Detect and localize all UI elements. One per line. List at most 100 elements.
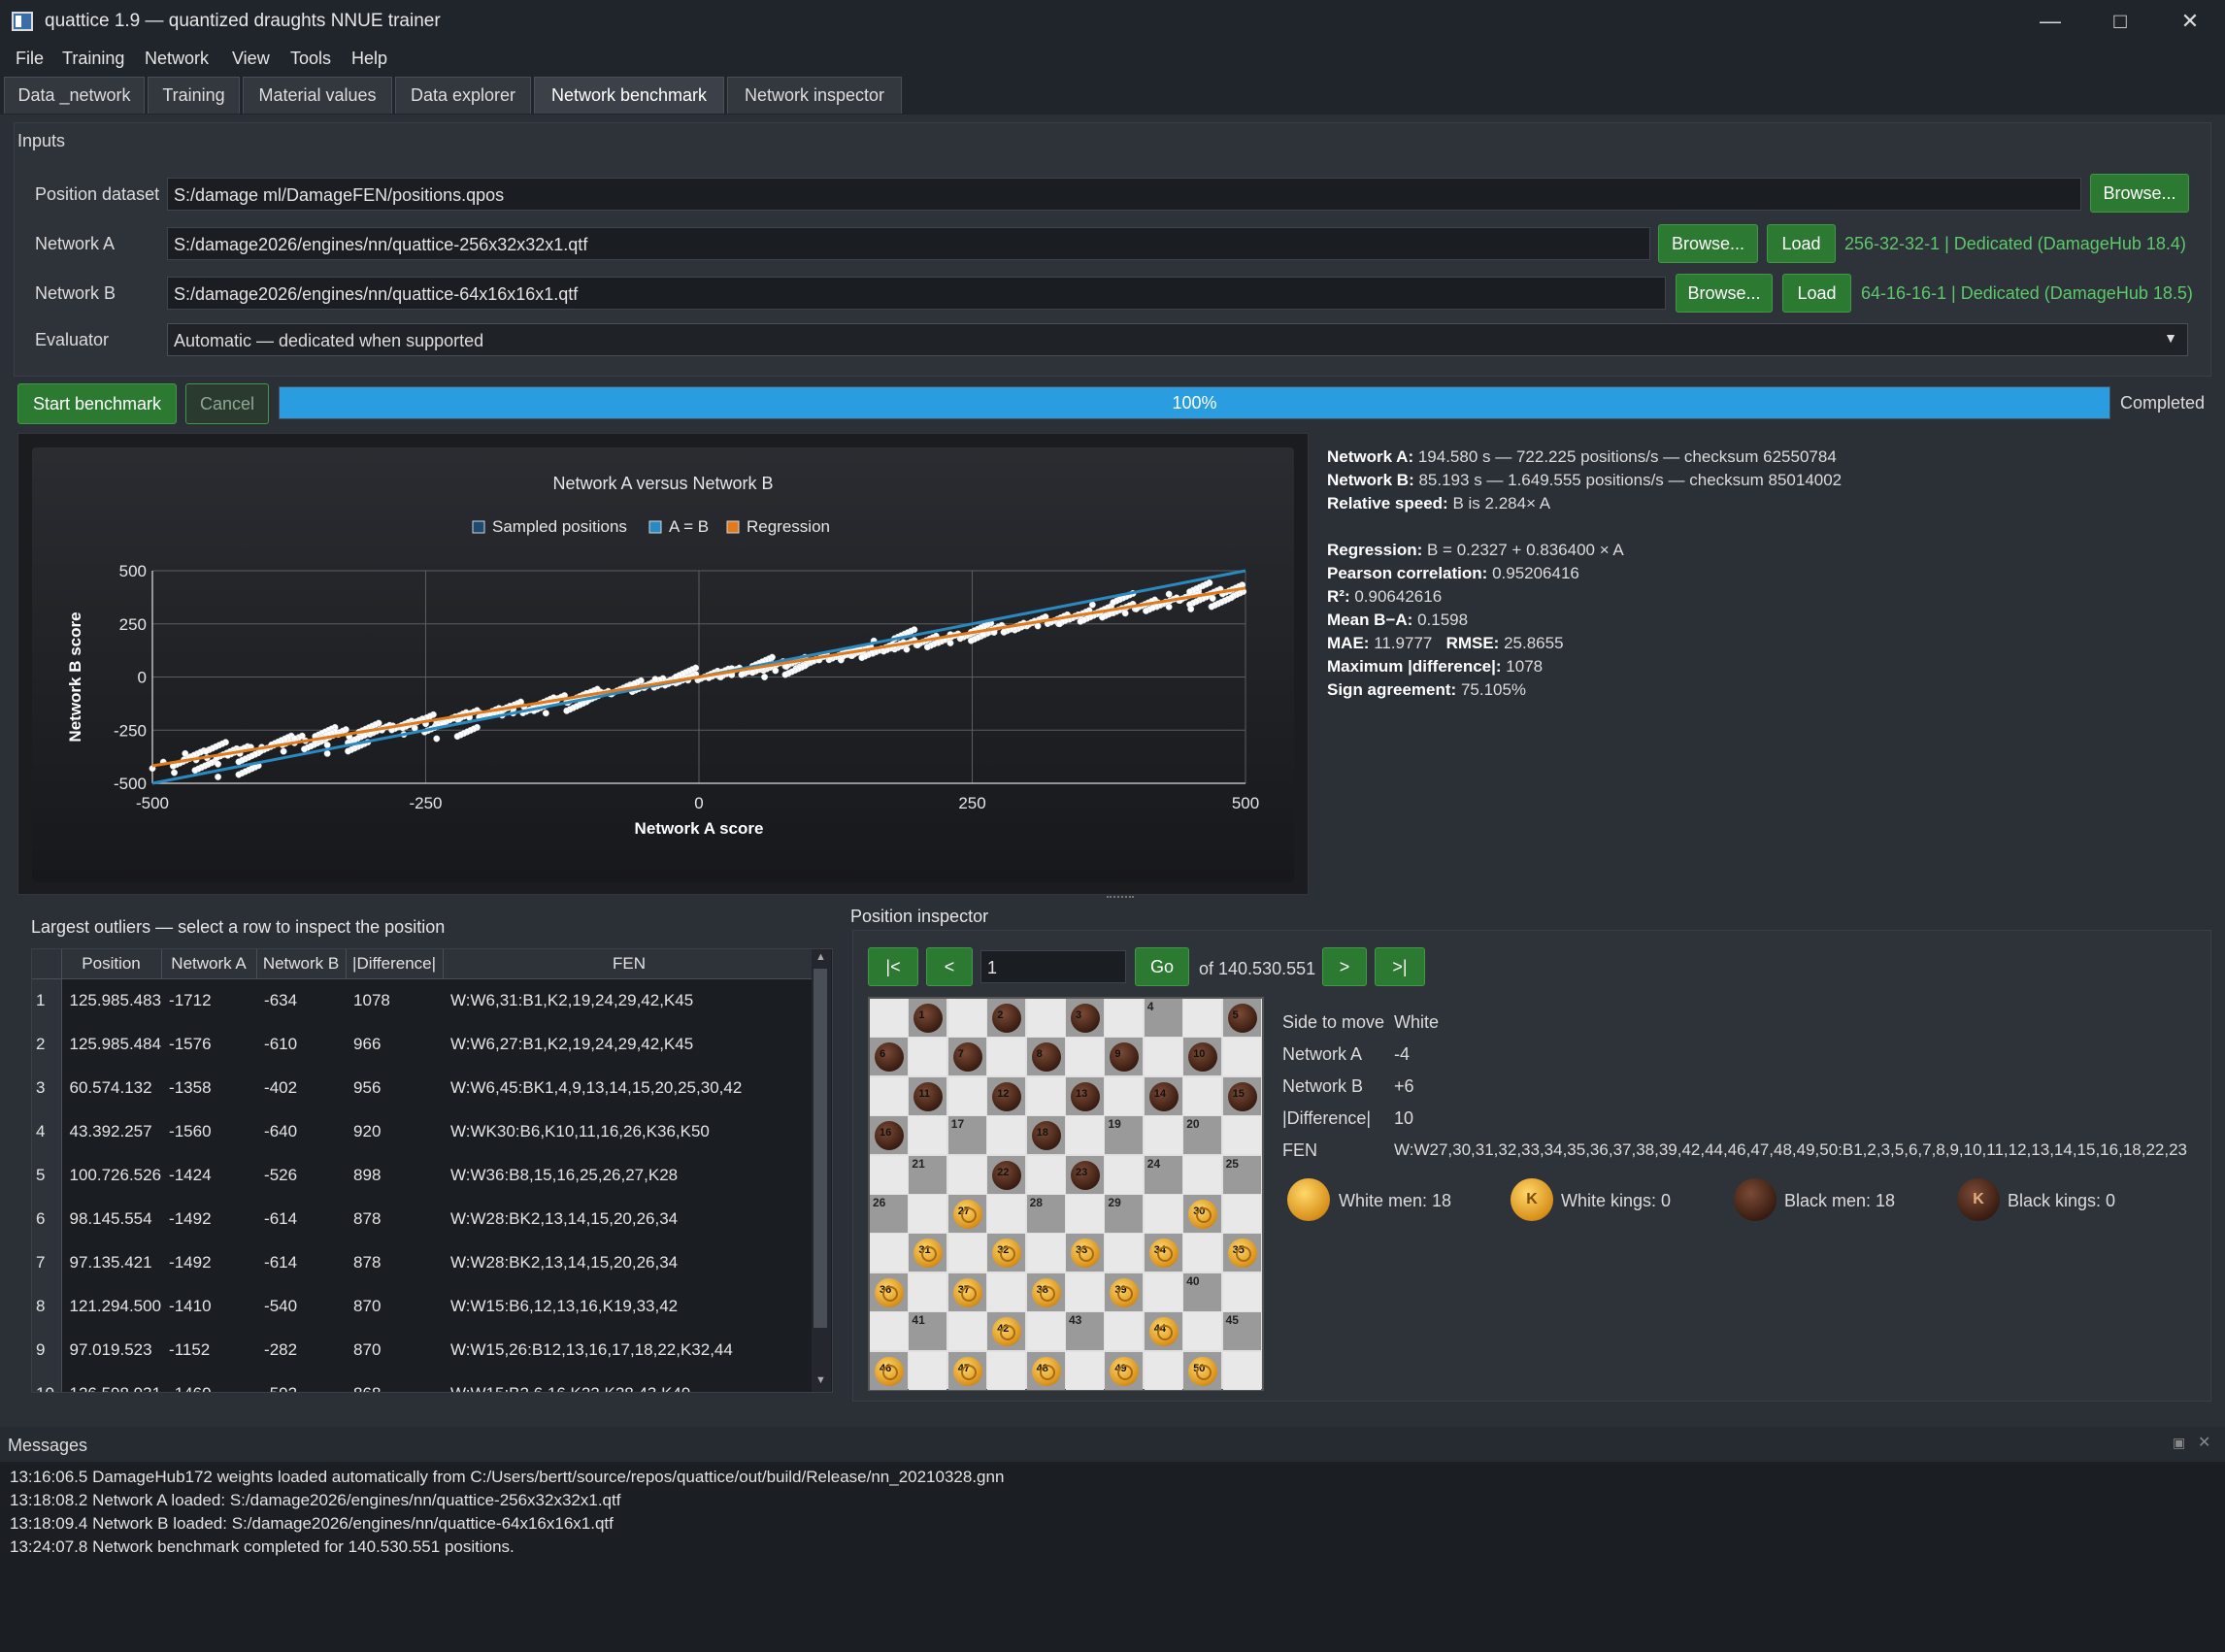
- board-square-4[interactable]: 4: [1144, 999, 1182, 1037]
- menu-view[interactable]: View: [232, 49, 270, 69]
- board-square-33[interactable]: 33: [1066, 1234, 1104, 1272]
- evaluator-select[interactable]: Automatic — dedicated when supported ▼: [167, 323, 2188, 356]
- black-man-piece[interactable]: 1: [913, 1004, 944, 1033]
- table-row[interactable]: 7 97.135.421 -1492 -614 878 W:W28:BK2,13,14,1…: [32, 1240, 815, 1284]
- white-man-piece[interactable]: 44: [1148, 1317, 1179, 1347]
- col-position[interactable]: Position: [61, 949, 162, 979]
- minimize-icon[interactable]: —: [2015, 0, 2085, 43]
- white-man-piece[interactable]: 30: [1188, 1200, 1218, 1229]
- col-network-a[interactable]: Network A: [161, 949, 257, 979]
- white-man-piece[interactable]: 48: [1031, 1356, 1061, 1386]
- network-a-load-button[interactable]: Load: [1767, 224, 1836, 263]
- board-square-9[interactable]: 9: [1105, 1038, 1144, 1076]
- board-square-27[interactable]: 27: [947, 1195, 986, 1233]
- black-man-piece[interactable]: 6: [875, 1042, 904, 1073]
- board-square-21[interactable]: 21: [909, 1155, 947, 1194]
- board-square-26[interactable]: 26: [870, 1195, 908, 1233]
- tab-data-network[interactable]: Data _network: [4, 77, 145, 114]
- table-row[interactable]: 10 126.598.931 -1460 -592 868 W:W15:B2,6,16,K…: [32, 1371, 815, 1392]
- maximize-icon[interactable]: □: [2085, 0, 2155, 43]
- board-square-2[interactable]: 2: [987, 999, 1026, 1037]
- board-square-37[interactable]: 37: [947, 1272, 986, 1311]
- black-man-piece[interactable]: 11: [913, 1081, 944, 1111]
- black-man-piece[interactable]: 3: [1071, 1004, 1100, 1033]
- close-icon[interactable]: ✕: [2155, 0, 2225, 43]
- scrollbar-thumb[interactable]: [814, 969, 827, 1328]
- black-man-piece[interactable]: 16: [875, 1121, 904, 1151]
- black-man-piece[interactable]: 12: [992, 1081, 1022, 1111]
- board-square-50[interactable]: 50: [1183, 1351, 1222, 1390]
- board-square-25[interactable]: 25: [1222, 1155, 1261, 1194]
- board-square-16[interactable]: 16: [870, 1116, 908, 1155]
- board-square-14[interactable]: 14: [1144, 1076, 1182, 1115]
- board-square-5[interactable]: 5: [1222, 999, 1261, 1037]
- board-square-20[interactable]: 20: [1183, 1116, 1222, 1155]
- menu-network[interactable]: Network: [145, 49, 209, 69]
- black-man-piece[interactable]: 9: [1110, 1042, 1140, 1073]
- col-difference[interactable]: |Difference|: [346, 949, 444, 979]
- board-square-7[interactable]: 7: [947, 1038, 986, 1076]
- board-square-10[interactable]: 10: [1183, 1038, 1222, 1076]
- white-man-piece[interactable]: 37: [952, 1277, 982, 1307]
- board-square-19[interactable]: 19: [1105, 1116, 1144, 1155]
- board-square-6[interactable]: 6: [870, 1038, 908, 1076]
- board-square-12[interactable]: 12: [987, 1076, 1026, 1115]
- white-man-piece[interactable]: 49: [1110, 1356, 1140, 1386]
- network-a-path-field[interactable]: S:/damage2026/engines/nn/quattice-256x32…: [167, 227, 1650, 260]
- board-square-45[interactable]: 45: [1222, 1312, 1261, 1351]
- black-man-piece[interactable]: 2: [992, 1004, 1022, 1033]
- position-index-input[interactable]: 1: [980, 950, 1126, 983]
- board-square-34[interactable]: 34: [1144, 1234, 1182, 1272]
- white-man-piece[interactable]: 42: [992, 1317, 1022, 1347]
- board-square-17[interactable]: 17: [947, 1116, 986, 1155]
- table-row[interactable]: 1 125.985.483 -1712 -634 1078 W:W6,31:B1,K2,1…: [32, 978, 815, 1022]
- board-square-43[interactable]: 43: [1066, 1312, 1104, 1351]
- white-man-piece[interactable]: 33: [1071, 1239, 1100, 1269]
- tab-training[interactable]: Training: [148, 77, 240, 114]
- table-scrollbar[interactable]: ▲ ▼: [812, 949, 831, 1392]
- next-position-button[interactable]: >: [1322, 947, 1367, 986]
- white-man-piece[interactable]: 34: [1148, 1239, 1179, 1269]
- black-man-piece[interactable]: 5: [1227, 1004, 1257, 1033]
- board-square-22[interactable]: 22: [987, 1155, 1026, 1194]
- tab-network-benchmark[interactable]: Network benchmark: [534, 77, 724, 114]
- cancel-button[interactable]: Cancel: [185, 383, 269, 424]
- board-square-40[interactable]: 40: [1183, 1272, 1222, 1311]
- board-square-3[interactable]: 3: [1066, 999, 1104, 1037]
- black-man-piece[interactable]: 18: [1031, 1121, 1061, 1151]
- board-square-13[interactable]: 13: [1066, 1076, 1104, 1115]
- table-row[interactable]: 4 43.392.257 -1560 -640 920 W:WK30:B6,K10,11,…: [32, 1109, 815, 1153]
- tab-network-inspector[interactable]: Network inspector: [727, 77, 902, 114]
- menu-tools[interactable]: Tools: [290, 49, 331, 69]
- menu-training[interactable]: Training: [62, 49, 124, 69]
- black-man-piece[interactable]: 8: [1031, 1042, 1061, 1073]
- board-square-47[interactable]: 47: [947, 1351, 986, 1390]
- undock-icon[interactable]: ▣: [2173, 1435, 2185, 1451]
- black-man-piece[interactable]: 14: [1148, 1081, 1179, 1111]
- network-b-path-field[interactable]: S:/damage2026/engines/nn/quattice-64x16x…: [167, 277, 1666, 310]
- board-square-28[interactable]: 28: [1026, 1195, 1065, 1233]
- board-square-30[interactable]: 30: [1183, 1195, 1222, 1233]
- white-man-piece[interactable]: 46: [875, 1356, 904, 1386]
- white-man-piece[interactable]: 38: [1031, 1277, 1061, 1307]
- table-row[interactable]: 8 121.294.500 -1410 -540 870 W:W15:B6,12,13,1…: [32, 1284, 815, 1328]
- board-square-1[interactable]: 1: [909, 999, 947, 1037]
- black-man-piece[interactable]: 15: [1227, 1081, 1257, 1111]
- board-square-24[interactable]: 24: [1144, 1155, 1182, 1194]
- table-row[interactable]: 2 125.985.484 -1576 -610 966 W:W6,27:B1,K2,19…: [32, 1022, 815, 1066]
- board-square-48[interactable]: 48: [1026, 1351, 1065, 1390]
- board-square-38[interactable]: 38: [1026, 1272, 1065, 1311]
- board-square-44[interactable]: 44: [1144, 1312, 1182, 1351]
- menu-help[interactable]: Help: [351, 49, 387, 69]
- board-square-18[interactable]: 18: [1026, 1116, 1065, 1155]
- board-square-42[interactable]: 42: [987, 1312, 1026, 1351]
- splitter-handle[interactable]: [1107, 896, 1134, 900]
- network-b-browse-button[interactable]: Browse...: [1676, 274, 1773, 313]
- white-man-piece[interactable]: 32: [992, 1239, 1022, 1269]
- white-man-piece[interactable]: 35: [1227, 1239, 1257, 1269]
- white-man-piece[interactable]: 31: [913, 1239, 944, 1269]
- board-square-8[interactable]: 8: [1026, 1038, 1065, 1076]
- col-fen[interactable]: FEN: [443, 949, 816, 979]
- board-square-31[interactable]: 31: [909, 1234, 947, 1272]
- outliers-table[interactable]: Position Network A Network B |Difference…: [31, 948, 833, 1393]
